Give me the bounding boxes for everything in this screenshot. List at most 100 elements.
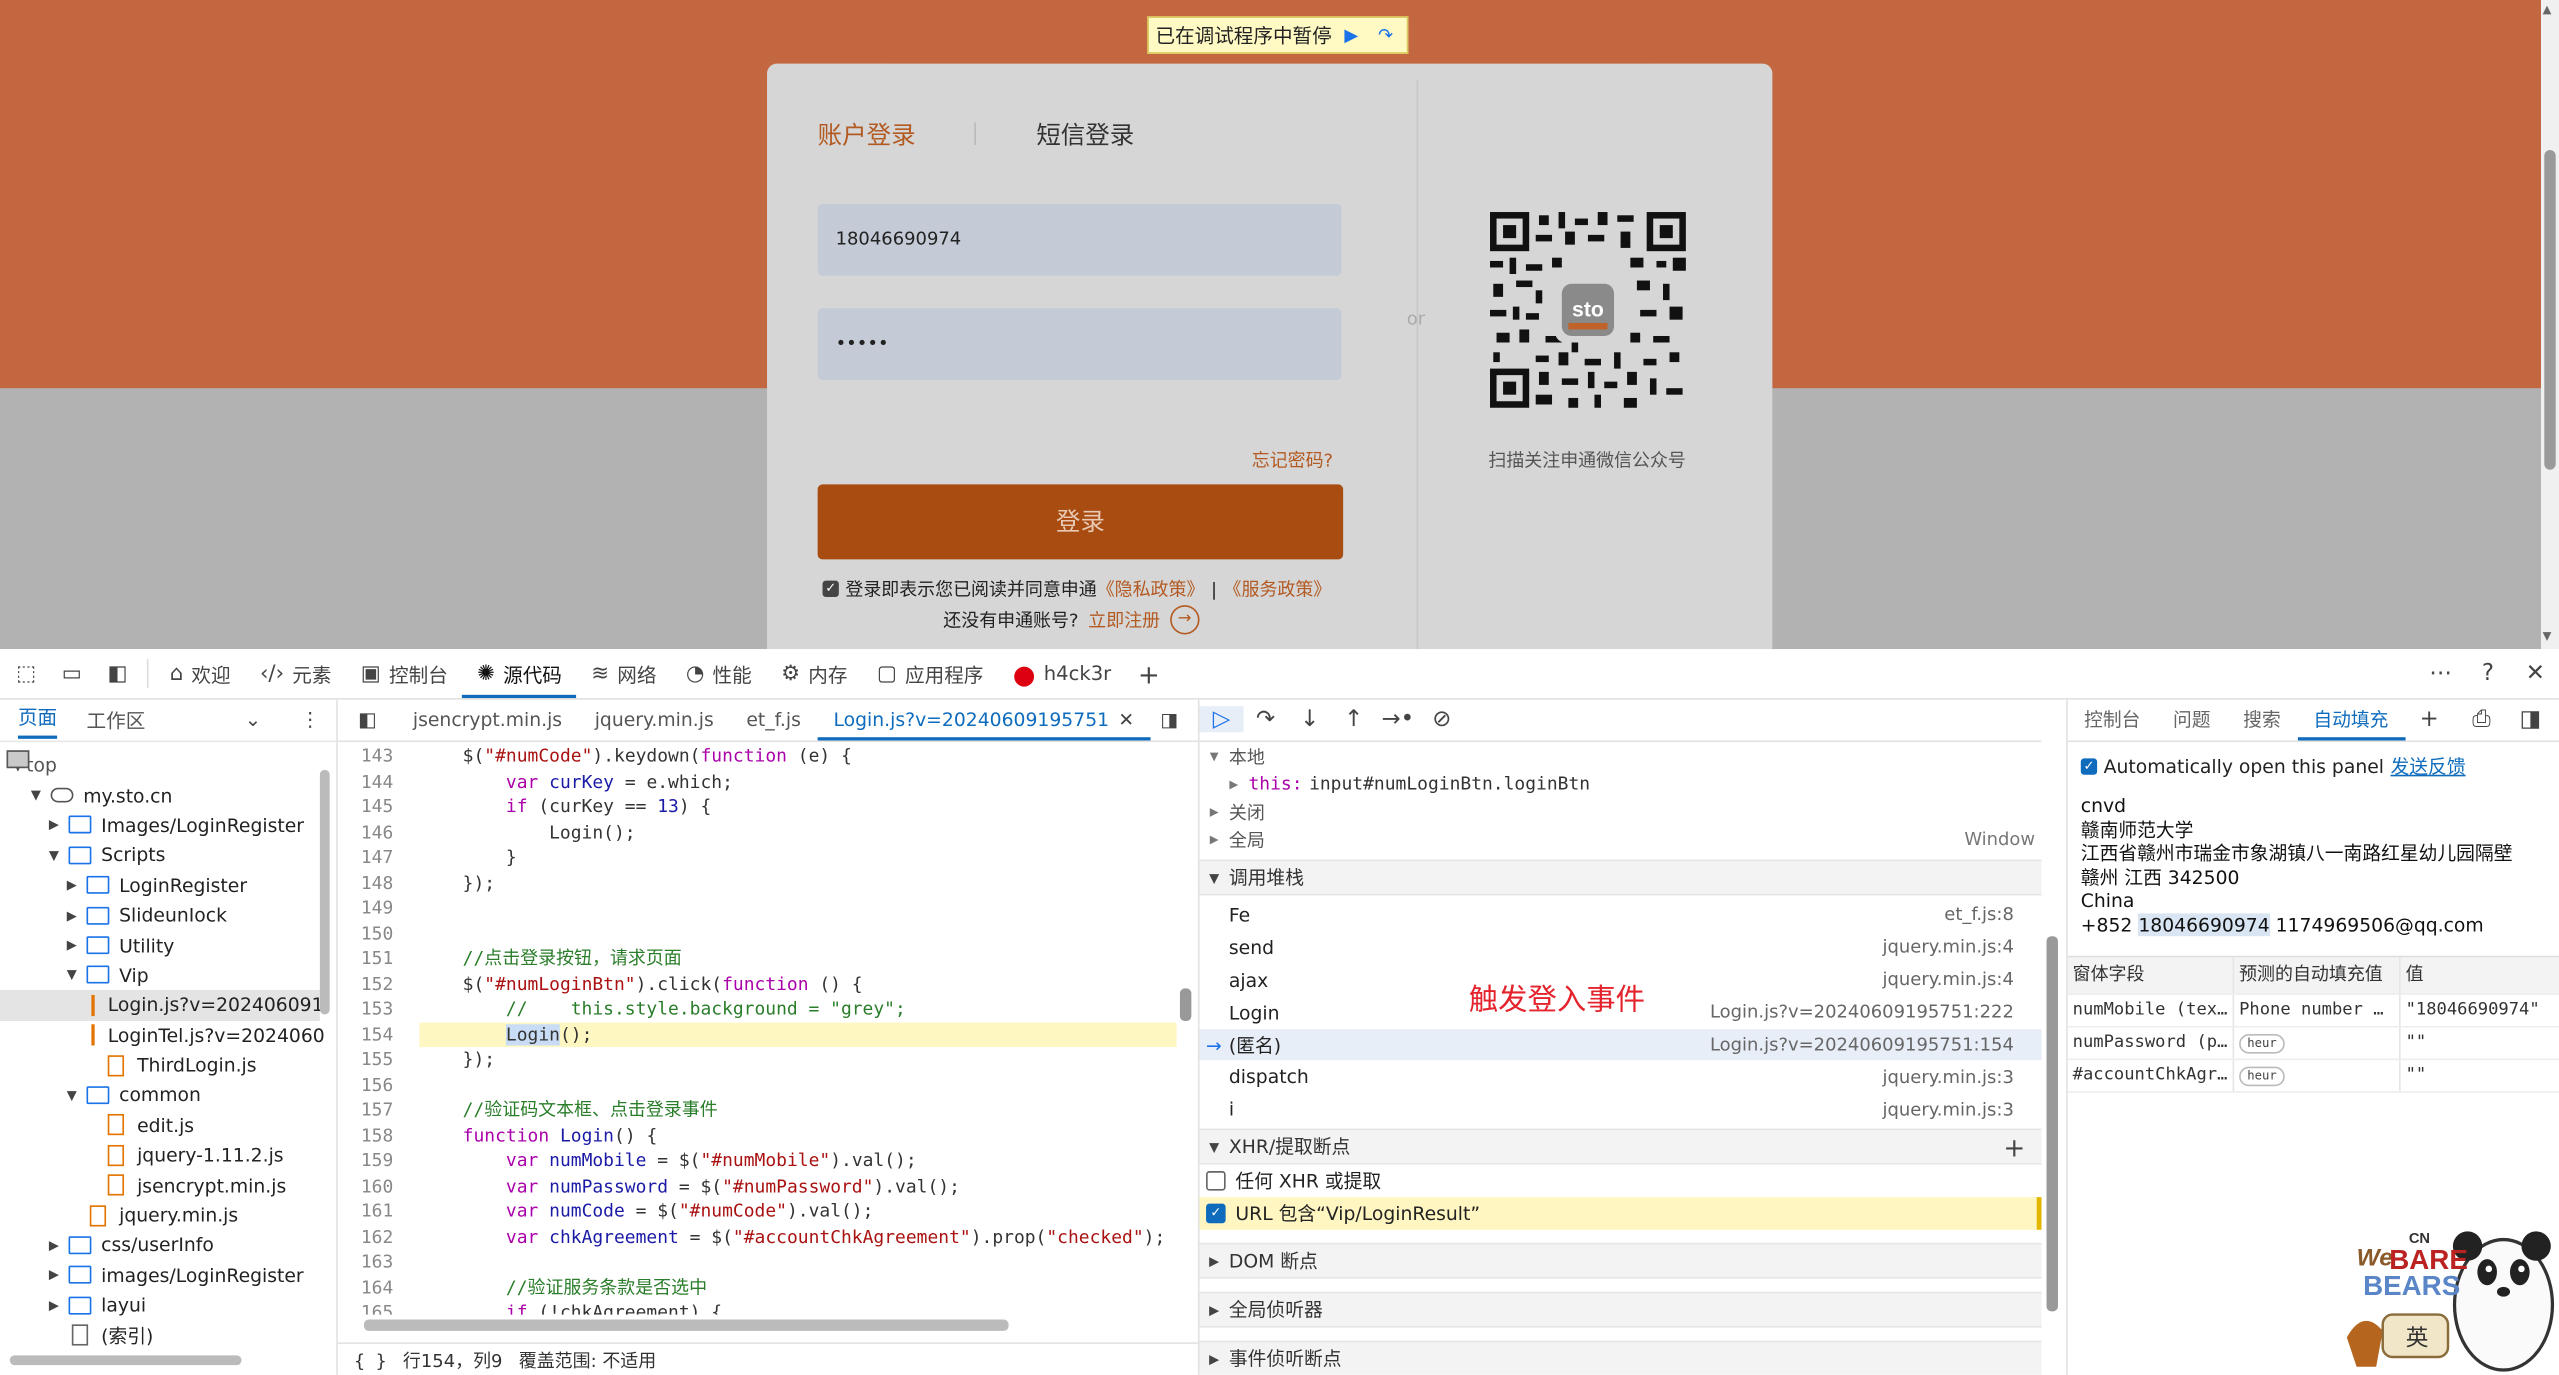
triangle-right-icon[interactable]: ▶ [46, 1298, 62, 1313]
navigator-scrollbar[interactable] [318, 750, 331, 1337]
code-line[interactable]: 148 }); [338, 870, 1177, 895]
tree-item[interactable]: ▼top [0, 750, 320, 780]
close-devtools-icon[interactable]: ✕ [2512, 661, 2559, 687]
column-header[interactable]: 值 [2401, 957, 2559, 993]
line-number[interactable]: 153 [338, 997, 420, 1022]
tree-item[interactable]: jsencrypt.min.js [0, 1170, 320, 1200]
code-line[interactable]: 160 var numPassword = $("#numPassword").… [338, 1174, 1177, 1199]
add-breakpoint-icon[interactable]: + [2003, 1131, 2025, 1162]
code-line[interactable]: 151 //点击登录按钮，请求页面 [338, 946, 1177, 971]
tab-sms-login[interactable]: 短信登录 [1036, 117, 1134, 151]
scope-closure[interactable]: ▶ 关闭 [1200, 798, 2042, 826]
login-button[interactable]: 登录 [817, 484, 1344, 560]
step-into-icon[interactable]: ↓ [1288, 706, 1332, 732]
line-number[interactable]: 165 [338, 1300, 420, 1315]
column-header[interactable]: 预测的自动填充值 [2234, 957, 2401, 994]
inspect-element-icon[interactable]: ⬚ [3, 661, 49, 685]
phone-input[interactable]: 18046690974 [817, 203, 1342, 276]
devtools-tab-wifi[interactable]: ≋ 网络 [577, 649, 672, 698]
feedback-link[interactable]: 发送反馈 [2391, 754, 2466, 780]
tab-account-login[interactable]: 账户登录 [818, 117, 916, 151]
scope-local[interactable]: ▼ 本地 [1200, 742, 2042, 770]
device-toolbar-icon[interactable]: ▭ [49, 661, 95, 685]
line-number[interactable]: 147 [338, 845, 420, 870]
line-number[interactable]: 146 [338, 820, 420, 845]
line-number[interactable]: 155 [338, 1047, 420, 1072]
frame-location[interactable]: jquery.min.js:3 [1883, 1099, 2014, 1120]
triangle-down-icon[interactable]: ▼ [64, 968, 80, 983]
tree-item[interactable]: ThirdLogin.js [0, 1050, 320, 1080]
drawer-tab[interactable]: 搜索 [2227, 698, 2297, 740]
drawer-tab[interactable]: 自动填充 [2297, 698, 2405, 741]
scope-this[interactable]: ▶ this: input#numLoginBtn.loginBtn [1200, 770, 2042, 798]
scroll-up-icon[interactable]: ▲ [2543, 3, 2552, 16]
tree-item[interactable]: ▶ css/userInfo [0, 1230, 320, 1260]
listeners-header[interactable]: ▶ 全局侦听器 [1199, 1292, 2042, 1329]
editor-tab[interactable]: jquery.min.js [578, 698, 730, 740]
triangle-right-icon[interactable]: ▶ [46, 818, 62, 833]
step-over-icon[interactable]: ↷ [1244, 706, 1288, 732]
code-line[interactable]: 147 } [338, 845, 1177, 870]
resume-icon[interactable]: ▶ [1337, 22, 1366, 48]
tab-page[interactable]: 页面 [17, 700, 58, 739]
pretty-print-icon[interactable]: { } [354, 1350, 386, 1371]
code-line[interactable]: 146 Login(); [338, 820, 1177, 845]
code-line[interactable]: 159 var numMobile = $("#numMobile").val(… [338, 1148, 1177, 1173]
devtools-tab-gauge[interactable]: ◔ 性能 [671, 649, 766, 698]
xhr-url-row[interactable]: ✓ URL 包含“Vip/LoginResult” [1199, 1197, 2042, 1231]
line-number[interactable]: 145 [338, 794, 420, 819]
close-icon[interactable]: ✕ [1112, 708, 1134, 731]
debugger-scrollbar[interactable] [2042, 740, 2065, 1374]
code-line[interactable]: 144 var curKey = e.which; [338, 769, 1177, 794]
tree-item[interactable]: ▼ Scripts [0, 840, 320, 870]
chevron-down-icon[interactable]: ⌄ [245, 708, 261, 731]
code-line[interactable]: 156 [338, 1072, 1177, 1097]
line-number[interactable]: 162 [338, 1224, 420, 1249]
editor-scrollbar[interactable] [1177, 744, 1197, 1315]
code-line[interactable]: 145 if (curKey == 13) { [338, 794, 1177, 819]
devtools-tab-code[interactable]: ‹/› 元素 [245, 649, 346, 698]
arrow-right-icon[interactable]: → [1169, 605, 1200, 635]
triangle-right-icon[interactable]: ▶ [46, 1238, 62, 1253]
navigator-hscroll-thumb[interactable] [9, 1355, 242, 1366]
frame-location[interactable]: jquery.min.js:4 [1883, 937, 2014, 958]
tab-workspace[interactable]: 工作区 [87, 705, 146, 733]
code-line[interactable]: 157 //验证码文本框、点击登录事件 [338, 1098, 1177, 1123]
tree-item[interactable]: LoginTel.js?v=2024060 [0, 1020, 325, 1050]
frame-location[interactable]: et_f.js:8 [1944, 904, 2014, 925]
tree-item[interactable]: (索引) [0, 1320, 320, 1350]
navigator-more-icon[interactable]: ⋮ [300, 708, 320, 731]
xhr-any-row[interactable]: 任何 XHR 或提取 [1200, 1165, 2042, 1198]
code-line[interactable]: 158 function Login() { [338, 1123, 1177, 1148]
callstack-frame[interactable]: Fe et_f.js:8 [1200, 899, 2042, 931]
autofill-row[interactable]: numPassword (p… heur "" [2067, 1027, 2559, 1061]
triangle-right-icon[interactable]: ▶ [64, 908, 80, 923]
triangle-right-icon[interactable]: ▶ [64, 878, 80, 893]
devtools-tab-home[interactable]: ⌂ 欢迎 [155, 649, 245, 698]
code-line[interactable]: 150 [338, 921, 1177, 946]
xhr-url-checkbox[interactable]: ✓ [1206, 1204, 1226, 1224]
line-number[interactable]: 157 [338, 1098, 420, 1123]
devtools-tab-app[interactable]: ▢ 应用程序 [862, 649, 998, 698]
triangle-down-icon[interactable]: ▼ [46, 848, 62, 863]
xhr-any-checkbox[interactable] [1206, 1171, 1226, 1192]
add-tab-icon[interactable]: + [1126, 658, 1172, 689]
triangle-right-icon[interactable]: ▶ [46, 1268, 62, 1283]
column-header[interactable]: 窗体字段 [2068, 957, 2235, 994]
navigator-scroll-thumb[interactable] [319, 769, 330, 1015]
resume-icon[interactable]: ▷ [1199, 706, 1244, 733]
editor-tab[interactable]: Login.js?v=20240609195751 ✕ [817, 698, 1151, 741]
code-line[interactable]: 152 $("#numLoginBtn").click(function () … [338, 971, 1177, 996]
devtools-tab-among-us[interactable]: ● h4ck3r [998, 649, 1126, 698]
forgot-password-link[interactable]: 忘记密码? [1252, 447, 1333, 473]
event-listeners-header[interactable]: ▶ 事件侦听断点 [1199, 1341, 2042, 1375]
editor-tab[interactable]: jsencrypt.min.js [397, 698, 579, 740]
line-number[interactable]: 156 [338, 1072, 420, 1097]
frame-location[interactable]: jquery.min.js:4 [1883, 969, 2014, 990]
line-number[interactable]: 150 [338, 921, 420, 946]
autofill-row[interactable]: #accountChkAgr… heur "" [2067, 1060, 2559, 1093]
deactivate-breakpoints-icon[interactable]: ⊘ [1420, 706, 1464, 732]
line-number[interactable]: 151 [338, 946, 420, 971]
callstack-frame[interactable]: → (匿名) Login.js?v=20240609195751:154 [1199, 1028, 2042, 1061]
line-number[interactable]: 160 [338, 1174, 420, 1199]
